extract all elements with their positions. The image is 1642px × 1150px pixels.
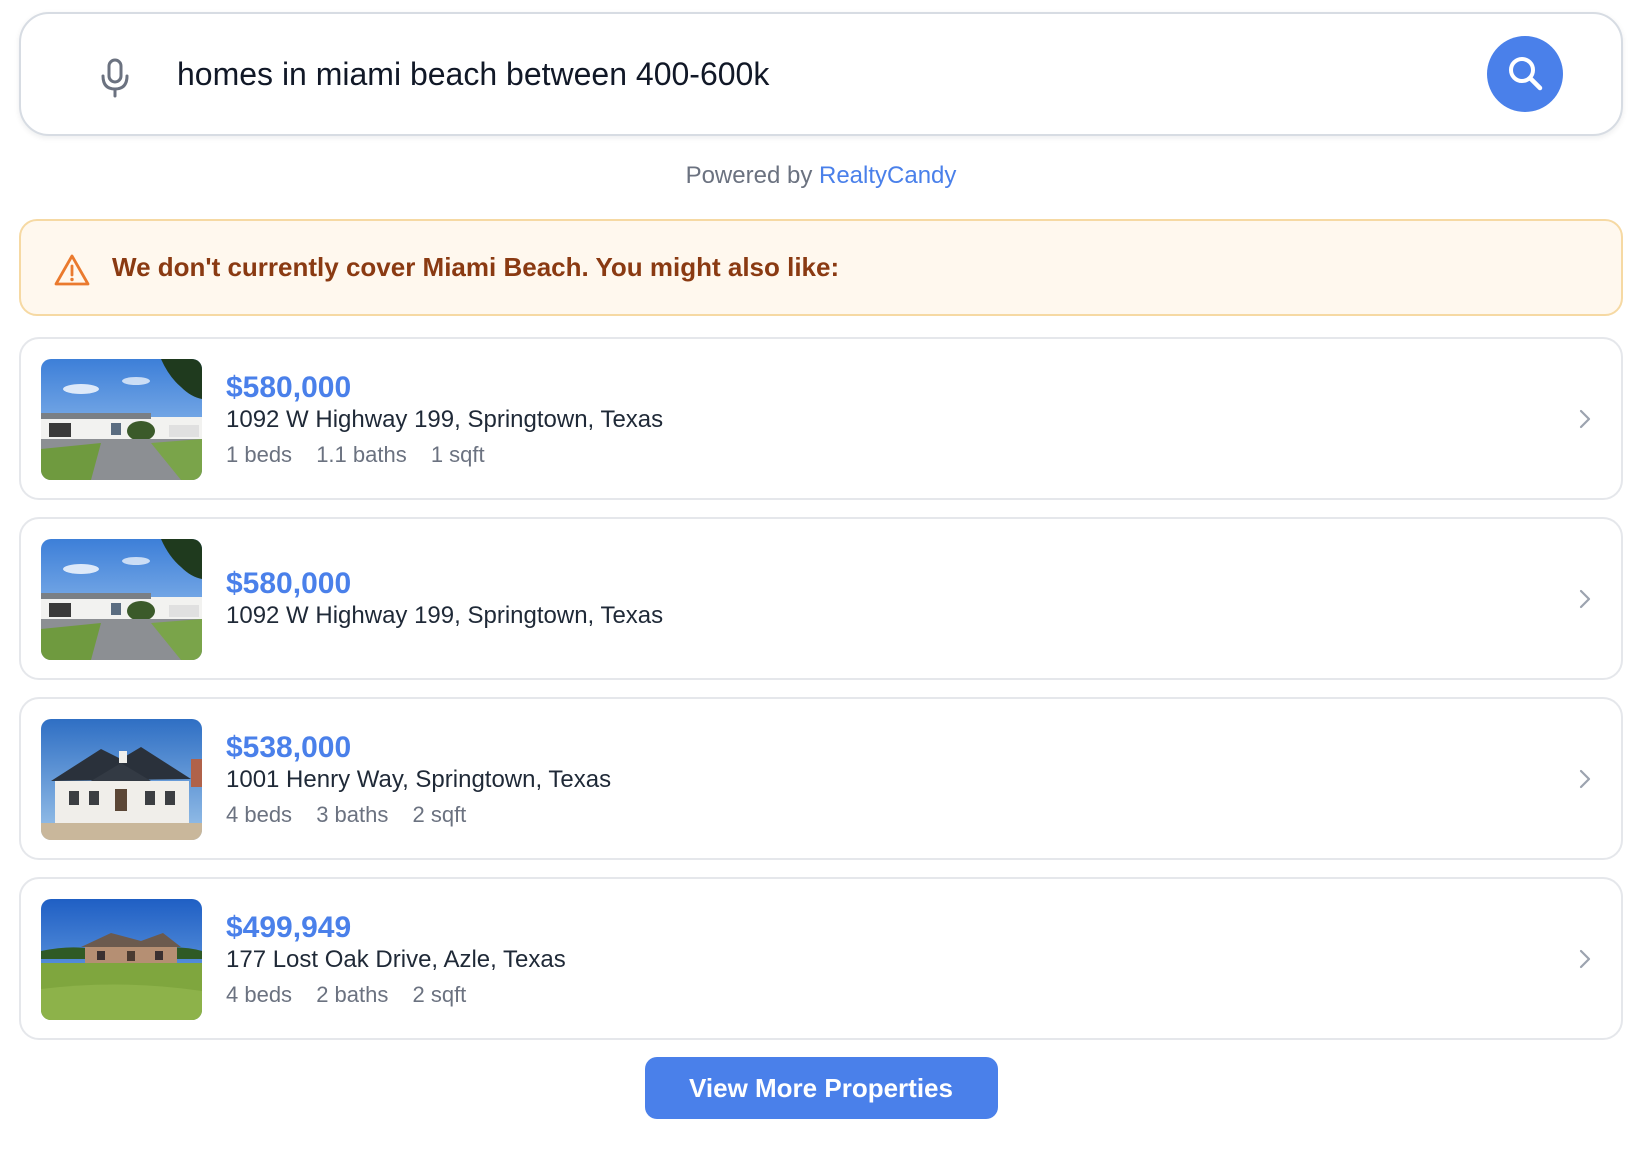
warning-triangle-icon [54,253,90,287]
powered-by: Powered by RealtyCandy [19,162,1623,192]
magnifier-icon [1505,53,1545,96]
search-input[interactable] [177,44,1377,104]
listing-address: 1092 W Highway 199, Springtown, Texas [226,602,664,629]
listing-specs: 4 beds 2 baths 2 sqft [226,981,566,1009]
commercial-building-photo [41,539,202,660]
listing-specs: 1 beds 1.1 baths 1 sqft [226,441,663,469]
listing-info: $499,949 177 Lost Oak Drive, Azle, Texas… [226,911,566,1009]
view-more-properties-button[interactable]: View More Properties [644,1057,998,1119]
ranch-house-photo [41,899,202,1020]
chevron-right-icon [1577,767,1593,791]
listing-beds: 4 beds [226,982,293,1007]
warning-text: We don't currently cover Miami Beach. Yo… [112,252,840,282]
chevron-right-icon [1577,587,1593,611]
listing-card[interactable]: $538,000 1001 Henry Way, Springtown, Tex… [19,697,1623,860]
powered-by-prefix: Powered by [685,162,813,189]
listing-price: $499,949 [226,911,352,944]
listing-card[interactable]: $580,000 1092 W Highway 199, Springtown,… [19,517,1623,680]
coverage-warning: We don't currently cover Miami Beach. Yo… [19,219,1623,316]
listing-specs: 4 beds 3 baths 2 sqft [226,801,611,829]
chevron-right-icon [1577,407,1593,431]
listing-address: 1001 Henry Way, Springtown, Texas [226,766,612,793]
listing-price: $580,000 [226,567,352,600]
listing-info: $580,000 1092 W Highway 199, Springtown,… [226,371,663,469]
listing-baths: 3 baths [316,802,389,827]
white-house-photo [41,719,202,840]
listing-address: 1092 W Highway 199, Springtown, Texas [226,406,664,433]
listing-beds: 4 beds [226,802,293,827]
view-more-container: View More Properties [19,1057,1623,1119]
listing-info: $538,000 1001 Henry Way, Springtown, Tex… [226,731,611,829]
listing-card[interactable]: $580,000 1092 W Highway 199, Springtown,… [19,337,1623,500]
page: Powered by RealtyCandy We don't currentl… [0,0,1642,1150]
listing-price: $538,000 [226,731,352,764]
listing-list: $580,000 1092 W Highway 199, Springtown,… [19,337,1623,1040]
listing-sqft: 2 sqft [412,982,467,1007]
commercial-building-photo [41,359,202,480]
search-bar [19,12,1623,136]
listing-baths: 1.1 baths [316,442,407,467]
search-button[interactable] [1487,36,1563,112]
listing-sqft: 2 sqft [412,802,467,827]
listing-baths: 2 baths [316,982,389,1007]
listing-price: $580,000 [226,371,352,404]
microphone-icon[interactable] [99,58,131,98]
listing-info: $580,000 1092 W Highway 199, Springtown,… [226,567,663,631]
brand-link[interactable]: RealtyCandy [819,162,956,189]
listing-card[interactable]: $499,949 177 Lost Oak Drive, Azle, Texas… [19,877,1623,1040]
listing-address: 177 Lost Oak Drive, Azle, Texas [226,946,566,973]
chevron-right-icon [1577,947,1593,971]
listing-sqft: 1 sqft [430,442,485,467]
listing-beds: 1 beds [226,442,293,467]
